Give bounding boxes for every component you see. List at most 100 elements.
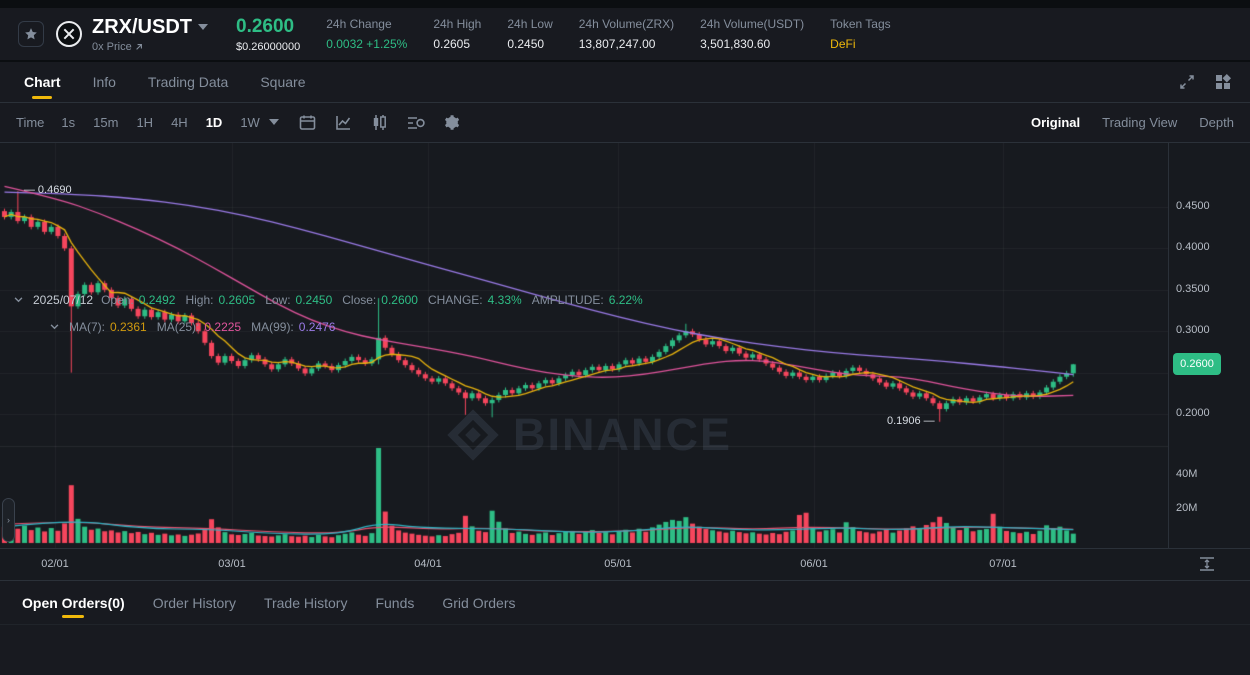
stat-value: 0.2605 (433, 37, 471, 51)
tab-square[interactable]: Square (252, 62, 313, 102)
tabbar-icons (1178, 73, 1232, 91)
orders-tab-trade-history[interactable]: Trade History (258, 581, 354, 624)
price-block: 0.2600 $0.26000000 (236, 16, 300, 53)
price-axis[interactable]: 0.4500 0.4000 0.3500 0.3000 0.2000 0.2600 40… (1168, 143, 1250, 548)
ohlc-item-label: Low: (265, 293, 291, 307)
ma-item-value: 0.2225 (204, 320, 242, 334)
page-tabs-list: Chart Info Trading Data Square (0, 62, 314, 102)
candlestick-chart-canvas[interactable] (0, 143, 1168, 548)
ohlc-item: High: 0.2605 (185, 293, 255, 307)
orders-tabs: Open Orders(0) Order History Trade History… (0, 581, 1250, 625)
stat-value: DeFi (830, 37, 856, 51)
binance-spot-trading-page: ZRX/USDT 0x Price 0.2600 $0.26000000 24h… (0, 0, 1250, 675)
indicators-icon[interactable] (407, 114, 425, 132)
orders-tab-funds[interactable]: Funds (369, 581, 420, 624)
interval-1h[interactable]: 1H (129, 112, 160, 133)
ohlc-item-label: High: (185, 293, 214, 307)
annotation-dash: — (23, 184, 38, 197)
orders-tab-open-orders-[interactable]: Open Orders(0) (16, 581, 131, 624)
time-tick: 07/01 (989, 558, 1017, 570)
price-tick: 0.3000 (1176, 324, 1210, 337)
gear-icon[interactable] (443, 114, 461, 132)
price-tick: 0.4000 (1176, 241, 1210, 254)
stat-label: 24h Low (507, 17, 553, 31)
tab-chart[interactable]: Chart (16, 62, 69, 102)
stat-value: 0.0032 +1.25% (326, 37, 408, 51)
chart-area[interactable]: BINANCE 2025/07/12 Open:0.2492High:0.260… (0, 143, 1250, 614)
interval-1w[interactable]: 1W (233, 112, 267, 133)
collapse-chevron-icon[interactable] (50, 324, 59, 330)
ma-values: MA(7): 0.2361 MA(25): 0.2225 MA(99): 0.2476 (69, 320, 335, 334)
interval-buttons: 1s 15m 1H 4H 1D 1W (54, 112, 266, 133)
collapse-chevron-icon[interactable] (14, 297, 23, 303)
volume-tick: 40M (1176, 468, 1198, 480)
price-tick: 0.3500 (1176, 282, 1210, 295)
ohlc-legend: 2025/07/12 Open: 0.2492 High: 0.2605 Low: 0.2… (14, 293, 643, 307)
ohlc-item-label: Close: (342, 293, 377, 307)
price-tick: 0.4500 (1176, 200, 1210, 212)
panel-expander-button[interactable]: › (2, 498, 15, 542)
auto-fit-icon[interactable] (1198, 556, 1216, 572)
page-tabs: Chart Info Trading Data Square (0, 62, 1250, 103)
tab-trading-data[interactable]: Trading Data (140, 62, 236, 102)
ticker-stat: Token Tags DeFi (830, 17, 891, 51)
ma-item-label: MA(25): (156, 320, 200, 334)
ohlc-item-value: 0.2450 (295, 293, 333, 307)
calendar-icon[interactable] (299, 114, 317, 132)
time-tick: 05/01 (604, 558, 632, 570)
token-price-link[interactable]: 0x Price (92, 41, 208, 53)
annotation-dash: — (920, 414, 935, 427)
tab-info[interactable]: Info (85, 62, 124, 102)
ohlc-item-label: AMPLITUDE: (531, 293, 604, 307)
time-axis[interactable]: 02/01 03/01 04/01 05/01 06/01 07/01 (0, 548, 1250, 580)
ma-item-value: 0.2361 (110, 320, 147, 334)
stat-value: 13,807,247.00 (578, 37, 656, 51)
time-tick: 02/01 (41, 558, 69, 570)
interval-1d[interactable]: 1D (199, 112, 230, 133)
last-price: 0.2600 (236, 15, 295, 37)
ohlc-item: Low: 0.2450 (265, 293, 332, 307)
ohlc-item: AMPLITUDE: 6.22% (532, 293, 643, 307)
ma-item-label: MA(7): (69, 320, 105, 334)
pair-block: ZRX/USDT 0x Price (92, 16, 208, 53)
price-tick: 0.2000 (1176, 407, 1210, 419)
layout-grid-icon[interactable] (1214, 73, 1232, 91)
fiat-price: $0.26000000 (236, 40, 301, 53)
ticker-stat: 24h Volume(USDT) 3,501,830.60 (700, 17, 804, 51)
ohlc-item-value: 6.22% (608, 293, 643, 307)
chart-tool-icons (299, 114, 461, 132)
candlestick-icon[interactable] (371, 114, 389, 132)
chevron-down-icon (198, 23, 208, 31)
stat-label: 24h Change (326, 17, 392, 31)
pair-selector[interactable]: ZRX/USDT (92, 16, 208, 39)
ticker-stat: 24h High 0.2605 (433, 17, 481, 51)
arrow-up-right-icon (135, 43, 143, 51)
interval-1s[interactable]: 1s (54, 112, 82, 133)
stat-value: 0.2450 (507, 37, 545, 51)
ohlc-item: CHANGE: 4.33% (428, 293, 522, 307)
mode-original[interactable]: Original (1031, 115, 1080, 130)
ohlc-date: 2025/07/12 (33, 293, 94, 307)
chevron-right-icon: › (7, 515, 10, 525)
ticker-stat: 24h Volume(ZRX) 13,807,247.00 (579, 17, 674, 51)
orders-tab-order-history[interactable]: Order History (147, 581, 242, 624)
pair-name: ZRX/USDT (92, 15, 192, 38)
mode-depth[interactable]: Depth (1199, 115, 1234, 130)
orders-tab-grid-orders[interactable]: Grid Orders (436, 581, 521, 624)
mode-trading-view[interactable]: Trading View (1102, 115, 1177, 130)
stat-label: 24h High (433, 17, 482, 31)
ticker-stat: 24h Low 0.2450 (507, 17, 552, 51)
ma-item: MA(25): 0.2225 (157, 320, 241, 334)
interval-dropdown-caret-icon[interactable] (268, 119, 279, 126)
ohlc-item-value: 0.2600 (381, 293, 418, 307)
token-price-label: 0x Price (92, 40, 132, 53)
ohlc-values: Open: 0.2492 High: 0.2605 Low: 0.2450 Close: 0.… (101, 293, 643, 307)
ma-item-label: MA(99): (251, 320, 294, 334)
favorite-button[interactable] (18, 21, 44, 47)
time-tick: 03/01 (218, 558, 246, 570)
interval-15m[interactable]: 15m (86, 112, 125, 133)
expand-icon[interactable] (1178, 73, 1196, 91)
line-chart-icon[interactable] (335, 114, 353, 132)
interval-4h[interactable]: 4H (164, 112, 195, 133)
chart-mode-switch: Original Trading View Depth (1031, 115, 1234, 130)
